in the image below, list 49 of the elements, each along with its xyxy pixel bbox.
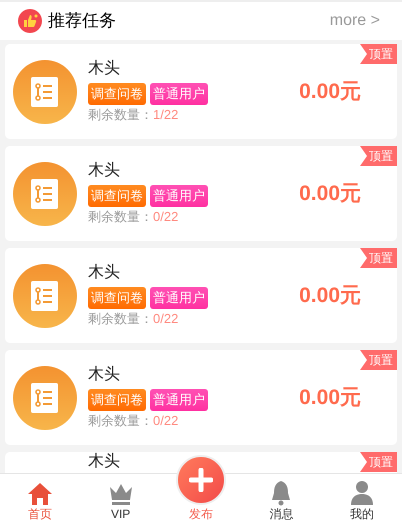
- task-title: 木头: [88, 365, 121, 385]
- pinned-badge: 顶置: [360, 350, 397, 370]
- remaining-count: 1/22: [153, 106, 178, 124]
- nav-tab[interactable]: 首页: [0, 474, 80, 523]
- task-card[interactable]: 木头 调查问卷 普通用户 剩余数量：1/22 0.00元 顶置: [5, 44, 397, 139]
- task-tag: 普通用户: [150, 287, 208, 309]
- task-title: 木头: [88, 59, 121, 79]
- task-tag: 普通用户: [150, 83, 208, 105]
- task-card[interactable]: 木头 调查问卷 普通用户 剩余数量：0/22 0.00元 顶置: [5, 146, 397, 241]
- task-card[interactable]: 木头 调查问卷 普通用户 剩余数量：0/22 0.00元 顶置: [5, 248, 397, 343]
- task-tag: 调查问卷: [88, 287, 146, 309]
- survey-icon: [13, 264, 77, 328]
- remaining-label: 剩余数量：: [88, 412, 153, 430]
- task-title: 木头: [88, 263, 121, 283]
- section-title: 推荐任务: [48, 10, 116, 32]
- task-price: 0.00元: [299, 282, 361, 309]
- survey-icon: [13, 60, 77, 124]
- pinned-badge: 顶置: [360, 452, 397, 472]
- task-tag: 调查问卷: [88, 389, 146, 411]
- task-tag: 普通用户: [150, 185, 208, 207]
- pinned-badge: 顶置: [360, 146, 397, 166]
- crown-icon: [108, 482, 134, 506]
- survey-icon: [13, 366, 77, 430]
- nav-tab[interactable]: 我的: [322, 474, 402, 523]
- task-title: 木头: [88, 453, 120, 471]
- thumbs-up-icon: [18, 9, 42, 33]
- remaining-label: 剩余数量：: [88, 310, 153, 328]
- remaining-label: 剩余数量：: [88, 208, 153, 226]
- task-card[interactable]: 木头 调查问卷 普通用户 剩余数量：0/22 0.00元 顶置: [5, 350, 397, 445]
- nav-tab[interactable]: VIP: [80, 474, 161, 523]
- remaining-count: 0/22: [153, 208, 178, 226]
- home-icon: [27, 482, 54, 506]
- nav-tab[interactable]: 消息: [241, 474, 322, 523]
- task-price: 0.00元: [299, 384, 361, 411]
- task-title: 木头: [88, 161, 121, 181]
- task-tag: 调查问卷: [88, 185, 146, 207]
- task-tag: 调查问卷: [88, 83, 146, 105]
- survey-icon: [13, 162, 77, 226]
- user-icon: [350, 480, 374, 506]
- remaining-count: 0/22: [153, 412, 178, 430]
- pinned-badge: 顶置: [360, 248, 397, 268]
- pinned-badge: 顶置: [360, 44, 397, 64]
- plus-icon: [189, 468, 214, 492]
- task-tag: 普通用户: [150, 389, 208, 411]
- remaining-count: 0/22: [153, 310, 178, 328]
- task-price: 0.00元: [299, 180, 361, 207]
- remaining-label: 剩余数量：: [88, 106, 153, 124]
- task-price: 0.00元: [299, 78, 361, 105]
- task-card[interactable]: 木头 顶置: [5, 452, 397, 473]
